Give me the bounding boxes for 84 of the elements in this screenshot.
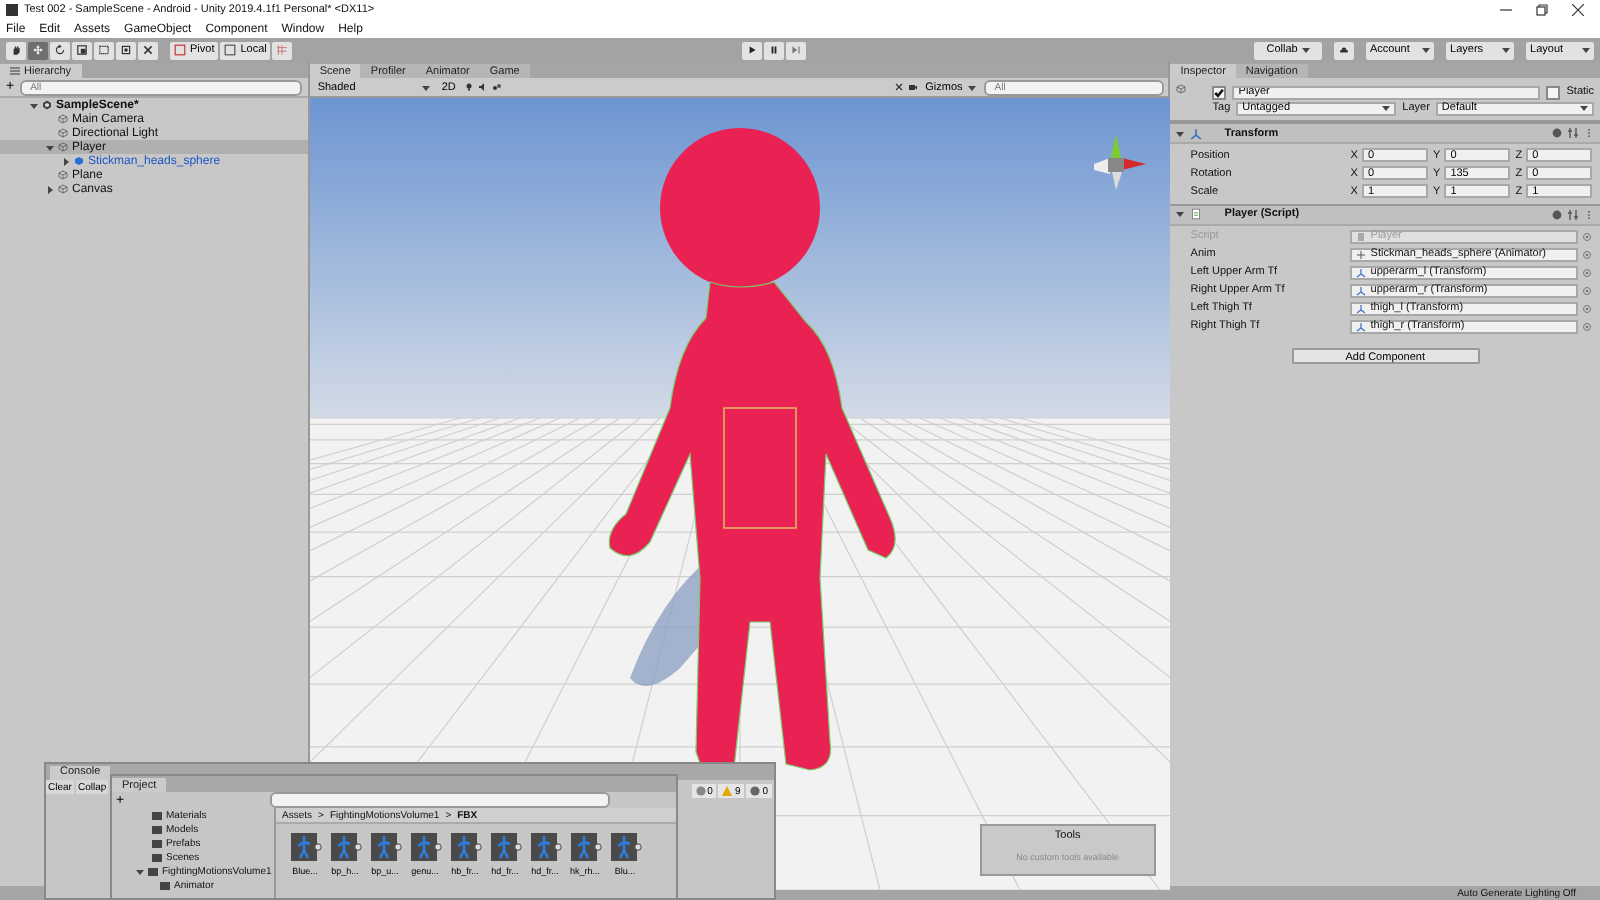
model-icon: [489, 832, 521, 862]
step-icon: [789, 44, 802, 56]
move-icon: [32, 44, 44, 56]
cloud-button[interactable]: [1334, 41, 1355, 59]
close-icon[interactable]: [1572, 4, 1584, 16]
rotate-icon: [54, 44, 66, 56]
play-button[interactable]: [741, 41, 762, 59]
expand-arrow-icon[interactable]: [1176, 129, 1185, 137]
tool-button[interactable]: [28, 41, 48, 59]
minimize-icon[interactable]: [1500, 4, 1512, 16]
active-checkbox[interactable]: [1212, 85, 1227, 99]
grid-icon: [276, 44, 289, 56]
model-icon: [409, 832, 441, 862]
script-icon: [1190, 208, 1203, 220]
transform-icon: [1356, 285, 1367, 296]
gameobject-icon: [58, 184, 68, 194]
animator-icon: [1356, 249, 1367, 260]
model-icon: [609, 832, 641, 862]
gameobject-icon: [58, 128, 68, 138]
tool-button[interactable]: [72, 41, 92, 59]
more-icon[interactable]: [1584, 128, 1595, 138]
model-icon: [449, 832, 481, 862]
model-icon: [369, 832, 401, 862]
play-icon: [745, 44, 758, 56]
scene-icon: [42, 100, 52, 110]
tool-button[interactable]: [138, 41, 158, 59]
transform-icon: [1190, 127, 1203, 139]
dropdown-arrow-icon: [1580, 104, 1589, 112]
pause-icon: [767, 44, 780, 56]
tools-icon[interactable]: [893, 82, 904, 92]
info-icon: [695, 786, 706, 796]
model-icon: [529, 832, 561, 862]
tool-button[interactable]: [6, 41, 26, 59]
rect-tool-icon: [98, 44, 110, 56]
tools-icon: [142, 44, 154, 56]
tool-button[interactable]: [94, 41, 114, 59]
transform-icon: [1356, 267, 1367, 278]
static-checkbox[interactable]: [1546, 85, 1561, 99]
expand-arrow-icon[interactable]: [30, 101, 38, 109]
dropdown-arrow-icon: [1382, 104, 1391, 112]
expand-arrow-icon[interactable]: [136, 867, 144, 875]
camera-icon[interactable]: [907, 82, 918, 92]
transform-icon: [1356, 303, 1367, 314]
gameobject-icon: [58, 114, 68, 124]
dropdown-arrow-icon: [1582, 46, 1591, 54]
scale-icon: [76, 44, 88, 56]
dropdown-arrow-icon: [1301, 46, 1310, 54]
dropdown-arrow-icon: [968, 83, 977, 91]
collapse-arrow-icon[interactable]: [46, 185, 54, 193]
gameobject-icon: [58, 170, 68, 180]
local-icon: [224, 44, 237, 56]
gameobject-icon: [58, 142, 68, 152]
dropdown-arrow-icon: [1502, 46, 1511, 54]
model-icon: [329, 832, 361, 862]
dropdown-arrow-icon: [1422, 46, 1431, 54]
gameobject-icon: [1176, 84, 1187, 94]
restore-icon[interactable]: [1536, 4, 1548, 16]
model-icon: [569, 832, 601, 862]
sliders-icon[interactable]: [1568, 209, 1579, 219]
effects-icon[interactable]: [491, 82, 502, 92]
project-search-field[interactable]: [270, 792, 611, 808]
tool-button[interactable]: [116, 41, 136, 59]
sliders-icon[interactable]: [1568, 128, 1579, 138]
script-icon: [1356, 231, 1367, 242]
error-icon: [750, 786, 761, 796]
pivot-icon: [174, 44, 186, 56]
pause-button[interactable]: [763, 41, 784, 59]
orientation-gizmo-icon: [1093, 134, 1146, 190]
warning-icon: [722, 786, 733, 796]
transform-tool-icon: [120, 44, 132, 56]
model-icon: [289, 832, 321, 862]
light-icon[interactable]: [463, 82, 474, 92]
expand-arrow-icon[interactable]: [46, 143, 54, 151]
collapse-arrow-icon[interactable]: [62, 157, 70, 165]
transform-icon: [1356, 321, 1367, 332]
more-icon[interactable]: [1584, 209, 1595, 219]
list-icon: [10, 66, 20, 76]
tool-button[interactable]: [50, 41, 70, 59]
app-icon: [6, 4, 18, 16]
dropdown-arrow-icon: [421, 83, 430, 91]
hand-icon: [10, 44, 22, 56]
cloud-icon: [1338, 44, 1351, 56]
expand-arrow-icon[interactable]: [1176, 210, 1185, 218]
audio-icon[interactable]: [477, 82, 488, 92]
